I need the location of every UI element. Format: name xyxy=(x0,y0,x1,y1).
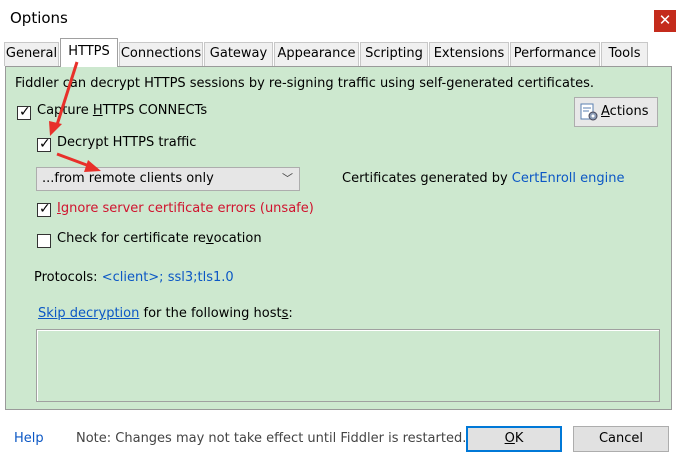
tab-performance[interactable]: Performance xyxy=(510,42,600,66)
help-link[interactable]: Help xyxy=(14,431,44,446)
chevron-down-icon: ﹀ xyxy=(282,172,293,185)
close-icon: ✕ xyxy=(658,11,672,29)
capture-connects-checkbox[interactable]: ✓ xyxy=(17,104,31,120)
dropdown-value: ...from remote clients only xyxy=(42,171,214,186)
restart-note: Note: Changes may not take effect until … xyxy=(76,431,467,446)
protocols-label: Protocols: xyxy=(34,270,102,285)
https-description: Fiddler can decrypt HTTPS sessions by re… xyxy=(15,76,594,91)
tab-label: Tools xyxy=(608,46,641,61)
skip-label: for the following host xyxy=(139,306,282,321)
cert-info-prefix: Certificates generated by xyxy=(342,171,512,186)
tab-https[interactable]: HTTPS xyxy=(60,38,118,67)
protocols-row: Protocols: <client>; ssl3;tls1.0 xyxy=(34,270,234,285)
tab-label: Extensions xyxy=(433,46,505,61)
cancel-button[interactable]: Cancel xyxy=(573,426,669,452)
checkmark-icon: ✓ xyxy=(39,136,51,152)
skip-hosts-textarea[interactable] xyxy=(36,329,660,402)
tab-label: Connections xyxy=(120,46,202,61)
label-part: ocation xyxy=(213,231,262,246)
decrypt-source-dropdown[interactable]: ...from remote clients only ﹀ xyxy=(36,167,300,191)
capture-connects-label[interactable]: Capture HTTPS CONNECTs xyxy=(37,103,207,118)
skip-label: : xyxy=(288,306,293,321)
tab-label: HTTPS xyxy=(68,44,110,59)
tab-label: Scripting xyxy=(365,46,423,61)
label-part: Capture xyxy=(37,103,93,118)
https-panel: Fiddler can decrypt HTTPS sessions by re… xyxy=(5,66,672,410)
tab-general[interactable]: General xyxy=(4,42,59,66)
tab-label: Appearance xyxy=(277,46,356,61)
certificate-gear-icon xyxy=(580,103,598,121)
tab-appearance[interactable]: Appearance xyxy=(274,42,359,66)
actions-label: ctions xyxy=(609,104,649,119)
tab-gateway[interactable]: Gateway xyxy=(204,42,273,66)
close-button[interactable]: ✕ xyxy=(654,10,676,32)
tab-label: General xyxy=(5,46,58,61)
title-bar: Options ✕ xyxy=(0,0,678,40)
accelerator-key: v xyxy=(205,231,214,246)
window-title: Options xyxy=(10,9,68,27)
skip-decryption-link[interactable]: Skip decryption xyxy=(38,306,139,321)
tab-label: Performance xyxy=(513,46,597,61)
accelerator-key: H xyxy=(92,103,103,118)
decrypt-traffic-label[interactable]: Decrypt HTTPS traffic xyxy=(57,135,196,150)
cert-info: Certificates generated by CertEnroll eng… xyxy=(342,171,624,186)
cert-engine-link[interactable]: CertEnroll engine xyxy=(512,171,625,186)
label-part: gnore server certificate errors (unsafe) xyxy=(60,201,314,216)
footer: Help Note: Changes may not take effect u… xyxy=(0,412,678,460)
skip-decryption-row: Skip decryption for the following hosts: xyxy=(38,306,293,321)
ignore-errors-checkbox[interactable]: ✓ xyxy=(37,201,51,217)
checkmark-icon: ✓ xyxy=(19,104,31,120)
ignore-errors-label[interactable]: Ignore server certificate errors (unsafe… xyxy=(57,201,314,216)
check-revocation-label[interactable]: Check for certificate revocation xyxy=(57,231,262,246)
actions-button[interactable]: Actions xyxy=(574,97,658,127)
tab-extensions[interactable]: Extensions xyxy=(429,42,509,66)
accelerator-key: A xyxy=(601,104,610,119)
check-revocation-checkbox[interactable] xyxy=(37,234,51,248)
tab-label: Gateway xyxy=(209,46,268,61)
protocols-link[interactable]: <client>; ssl3;tls1.0 xyxy=(102,270,234,285)
accelerator-key: O xyxy=(504,431,515,446)
label-part: TTPS CONNECTs xyxy=(102,103,208,118)
tab-connections[interactable]: Connections xyxy=(119,42,203,66)
label-part: Check for certificate re xyxy=(57,231,206,246)
decrypt-traffic-checkbox[interactable]: ✓ xyxy=(37,136,51,152)
ok-button[interactable]: OK xyxy=(466,426,562,452)
ok-label: K xyxy=(514,431,524,446)
tab-tools[interactable]: Tools xyxy=(601,42,648,66)
tab-scripting[interactable]: Scripting xyxy=(360,42,428,66)
checkmark-icon: ✓ xyxy=(39,201,51,217)
